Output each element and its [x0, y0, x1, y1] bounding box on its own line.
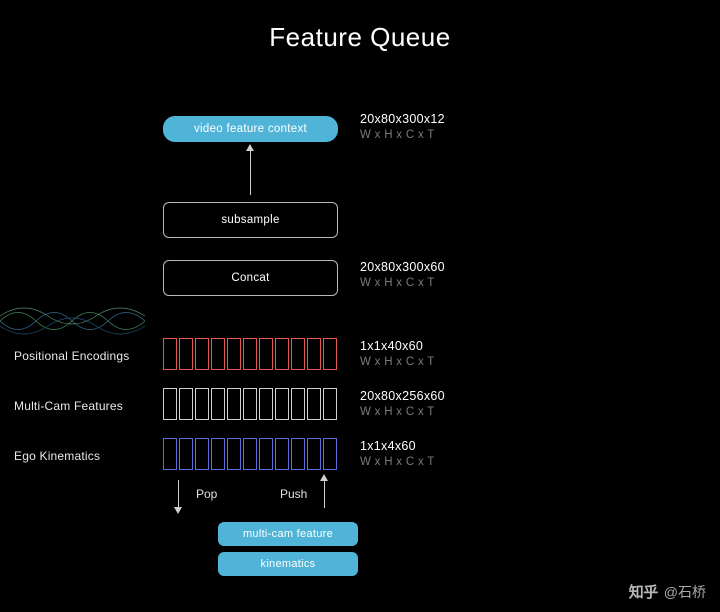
- positional-dims: 1x1x40x60 W x H x C x T: [360, 338, 435, 370]
- queue-slot: [291, 338, 305, 370]
- queue-slot: [259, 438, 273, 470]
- kinematics-input: kinematics: [218, 552, 358, 576]
- node-label: multi-cam feature: [243, 528, 333, 540]
- queue-slot: [227, 338, 241, 370]
- multicam-dims: 20x80x256x60 W x H x C x T: [360, 388, 445, 420]
- queue-slot: [275, 438, 289, 470]
- video-ctx-dims: 20x80x300x12 W x H x C x T: [360, 111, 445, 143]
- arrow-push: [324, 480, 325, 508]
- shape-text: 1x1x40x60: [360, 338, 435, 355]
- queue-slot: [243, 338, 257, 370]
- row-label-ego: Ego Kinematics: [14, 449, 100, 463]
- queue-slot: [211, 388, 225, 420]
- queue-slot: [195, 438, 209, 470]
- waveform-decoration: [0, 298, 145, 344]
- credit-watermark: 知乎 @石桥: [629, 581, 706, 602]
- shape-text: 1x1x4x60: [360, 438, 435, 455]
- queue-slot: [179, 338, 193, 370]
- queue-slot: [163, 338, 177, 370]
- concat-node: Concat: [163, 260, 338, 296]
- queue-slot: [243, 438, 257, 470]
- queue-slot: [291, 438, 305, 470]
- queue-positional: [163, 338, 337, 370]
- queue-slot: [307, 388, 321, 420]
- row-label-positional: Positional Encodings: [14, 349, 129, 363]
- queue-slot: [227, 438, 241, 470]
- queue-slot: [307, 338, 321, 370]
- shape-text: 20x80x300x12: [360, 111, 445, 128]
- queue-slot: [195, 388, 209, 420]
- queue-slot: [259, 338, 273, 370]
- multicam-feature-input: multi-cam feature: [218, 522, 358, 546]
- concat-dims: 20x80x300x60 W x H x C x T: [360, 259, 445, 291]
- axes-text: W x H x C x T: [360, 276, 445, 292]
- queue-ego: [163, 438, 337, 470]
- queue-slot: [195, 338, 209, 370]
- axes-text: W x H x C x T: [360, 405, 445, 421]
- queue-slot: [275, 338, 289, 370]
- queue-slot: [323, 338, 337, 370]
- queue-slot: [227, 388, 241, 420]
- queue-slot: [243, 388, 257, 420]
- pop-label: Pop: [196, 487, 217, 501]
- ego-dims: 1x1x4x60 W x H x C x T: [360, 438, 435, 470]
- queue-slot: [291, 388, 305, 420]
- axes-text: W x H x C x T: [360, 455, 435, 471]
- queue-multicam: [163, 388, 337, 420]
- node-label: video feature context: [194, 123, 307, 135]
- node-label: kinematics: [261, 558, 316, 570]
- shape-text: 20x80x300x60: [360, 259, 445, 276]
- queue-slot: [211, 438, 225, 470]
- arrow-subsample-to-video: [250, 150, 251, 195]
- author-handle: @石桥: [664, 582, 706, 602]
- queue-slot: [179, 438, 193, 470]
- arrow-pop: [178, 480, 179, 508]
- queue-slot: [211, 338, 225, 370]
- row-label-multicam: Multi-Cam Features: [14, 399, 123, 413]
- queue-slot: [323, 438, 337, 470]
- subsample-node: subsample: [163, 202, 338, 238]
- node-label: subsample: [221, 214, 279, 226]
- page-title: Feature Queue: [0, 0, 720, 53]
- queue-slot: [163, 388, 177, 420]
- diagram-canvas: video feature context 20x80x300x12 W x H…: [0, 80, 720, 600]
- axes-text: W x H x C x T: [360, 355, 435, 371]
- axes-text: W x H x C x T: [360, 128, 445, 144]
- queue-slot: [179, 388, 193, 420]
- queue-slot: [275, 388, 289, 420]
- zhihu-logo-icon: 知乎: [629, 581, 658, 602]
- video-feature-context-node: video feature context: [163, 116, 338, 142]
- push-label: Push: [280, 487, 307, 501]
- queue-slot: [163, 438, 177, 470]
- queue-slot: [323, 388, 337, 420]
- shape-text: 20x80x256x60: [360, 388, 445, 405]
- node-label: Concat: [231, 272, 269, 284]
- queue-slot: [307, 438, 321, 470]
- queue-slot: [259, 388, 273, 420]
